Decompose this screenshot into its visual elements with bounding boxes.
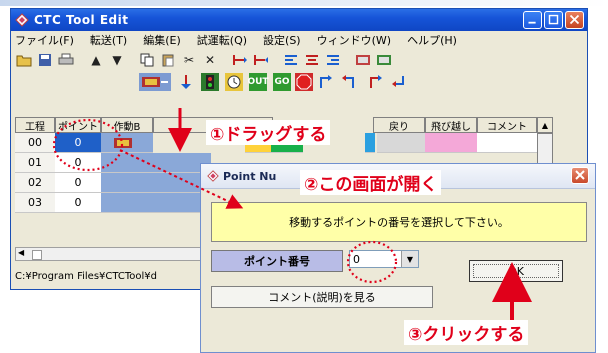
paste-icon[interactable] bbox=[159, 51, 177, 69]
print-icon[interactable] bbox=[57, 51, 75, 69]
align-center-icon[interactable] bbox=[303, 51, 321, 69]
maximize-button[interactable] bbox=[544, 11, 563, 29]
jump-back-command-icon[interactable] bbox=[339, 73, 357, 91]
row-action-cell[interactable] bbox=[101, 133, 153, 153]
menu-edit[interactable]: 編集(E) bbox=[143, 32, 181, 48]
signal-command-icon[interactable] bbox=[201, 73, 219, 91]
arrow-down-command-icon[interactable] bbox=[177, 73, 195, 91]
annotation-step1: ①ドラッグする bbox=[206, 120, 331, 145]
move-down-icon[interactable]: ▼ bbox=[108, 51, 126, 69]
top-banner-strip bbox=[0, 0, 608, 6]
delete-icon[interactable]: ✕ bbox=[201, 51, 219, 69]
stop-command-icon[interactable] bbox=[295, 73, 313, 91]
row-step: 02 bbox=[15, 173, 55, 193]
row-jump-cell[interactable] bbox=[425, 133, 477, 153]
row-color-cell[interactable] bbox=[365, 133, 375, 153]
row-return-cell[interactable] bbox=[377, 133, 425, 153]
return-command-icon[interactable] bbox=[317, 73, 335, 91]
row-action-cell[interactable] bbox=[101, 173, 211, 193]
row-action-cell[interactable] bbox=[101, 153, 211, 173]
dialog-message: 移動するポイントの番号を選択して下さい。 bbox=[211, 202, 587, 242]
row-step: 01 bbox=[15, 153, 55, 173]
module-a-icon[interactable] bbox=[354, 51, 372, 69]
ok-button[interactable]: OK bbox=[469, 260, 563, 282]
row-comment-cell[interactable] bbox=[477, 133, 537, 153]
dialog-diamond-icon bbox=[207, 170, 219, 182]
close-button[interactable] bbox=[565, 11, 584, 29]
row-point[interactable]: 0 bbox=[55, 153, 101, 173]
menu-file[interactable]: ファイル(F) bbox=[15, 32, 74, 48]
menu-transfer[interactable]: 転送(T) bbox=[90, 32, 127, 48]
move-point-command-icon[interactable] bbox=[139, 73, 171, 91]
row-point[interactable]: 0 bbox=[55, 193, 101, 213]
dialog-close-button[interactable] bbox=[571, 167, 589, 184]
align-right-icon[interactable] bbox=[324, 51, 342, 69]
header-comment: コメント bbox=[477, 117, 537, 133]
move-up-icon[interactable]: ▲ bbox=[87, 51, 105, 69]
dropdown-arrow-icon[interactable]: ▼ bbox=[401, 251, 418, 267]
output-command-icon[interactable]: OUT bbox=[247, 73, 269, 91]
jump-command-icon[interactable] bbox=[367, 73, 385, 91]
point-number-value: 0 bbox=[353, 252, 360, 266]
window-title: CTC Tool Edit bbox=[34, 13, 129, 27]
status-path: C:¥Program Files¥CTCTool¥d bbox=[15, 271, 158, 282]
save-icon[interactable] bbox=[36, 51, 54, 69]
dialog-title: Point Nu bbox=[223, 169, 277, 183]
menu-bar: ファイル(F) 転送(T) 編集(E) 試運転(Q) 設定(S) ウィンドウ(W… bbox=[11, 31, 587, 49]
timer-command-icon[interactable] bbox=[225, 73, 243, 91]
menu-help[interactable]: ヘルプ(H) bbox=[407, 32, 457, 48]
view-comment-button[interactable]: コメント(説明)を見る bbox=[211, 286, 433, 308]
toolbar: ▲ ▼ ✂ ✕ bbox=[11, 49, 587, 71]
header-point: ポイント bbox=[55, 117, 101, 133]
delete-row-icon[interactable] bbox=[252, 51, 270, 69]
row-step: 03 bbox=[15, 193, 55, 213]
row-point[interactable]: 0 bbox=[55, 173, 101, 193]
point-number-select[interactable]: 0 ▼ bbox=[349, 250, 419, 268]
header-action: 作動B bbox=[101, 117, 153, 133]
annotation-step3: ③クリックする bbox=[404, 320, 529, 345]
header-jump: 飛び越し bbox=[425, 117, 477, 133]
annotation-step2: ②この画面が開く bbox=[300, 170, 442, 195]
scroll-left-icon[interactable]: ◀ bbox=[18, 248, 24, 257]
go-command-icon[interactable]: GO bbox=[273, 73, 291, 91]
module-b-icon[interactable] bbox=[375, 51, 393, 69]
open-icon[interactable] bbox=[15, 51, 33, 69]
menu-test-run[interactable]: 試運転(Q) bbox=[197, 32, 247, 48]
align-left-icon[interactable] bbox=[282, 51, 300, 69]
minimize-button[interactable] bbox=[523, 11, 542, 29]
skip-command-icon[interactable] bbox=[389, 73, 407, 91]
title-bar[interactable]: CTC Tool Edit bbox=[11, 9, 587, 31]
menu-settings[interactable]: 設定(S) bbox=[263, 32, 301, 48]
insert-row-icon[interactable] bbox=[231, 51, 249, 69]
point-number-label: ポイント番号 bbox=[211, 250, 343, 272]
header-step: 工程 bbox=[15, 117, 55, 133]
command-icon-row: OUT GO bbox=[11, 71, 587, 93]
row-action-cell[interactable] bbox=[101, 193, 211, 213]
app-diamond-icon bbox=[15, 13, 29, 27]
header-return: 戻り bbox=[373, 117, 425, 133]
copy-icon[interactable] bbox=[138, 51, 156, 69]
menu-window[interactable]: ウィンドウ(W) bbox=[317, 32, 391, 48]
row-step: 00 bbox=[15, 133, 55, 153]
horizontal-scrollbar[interactable]: ◀ bbox=[15, 247, 225, 261]
scroll-thumb[interactable] bbox=[32, 250, 42, 260]
scroll-up-icon[interactable]: ▲ bbox=[537, 117, 553, 133]
cut-icon[interactable]: ✂ bbox=[180, 51, 198, 69]
row-point-selected[interactable]: 0 bbox=[55, 133, 101, 153]
